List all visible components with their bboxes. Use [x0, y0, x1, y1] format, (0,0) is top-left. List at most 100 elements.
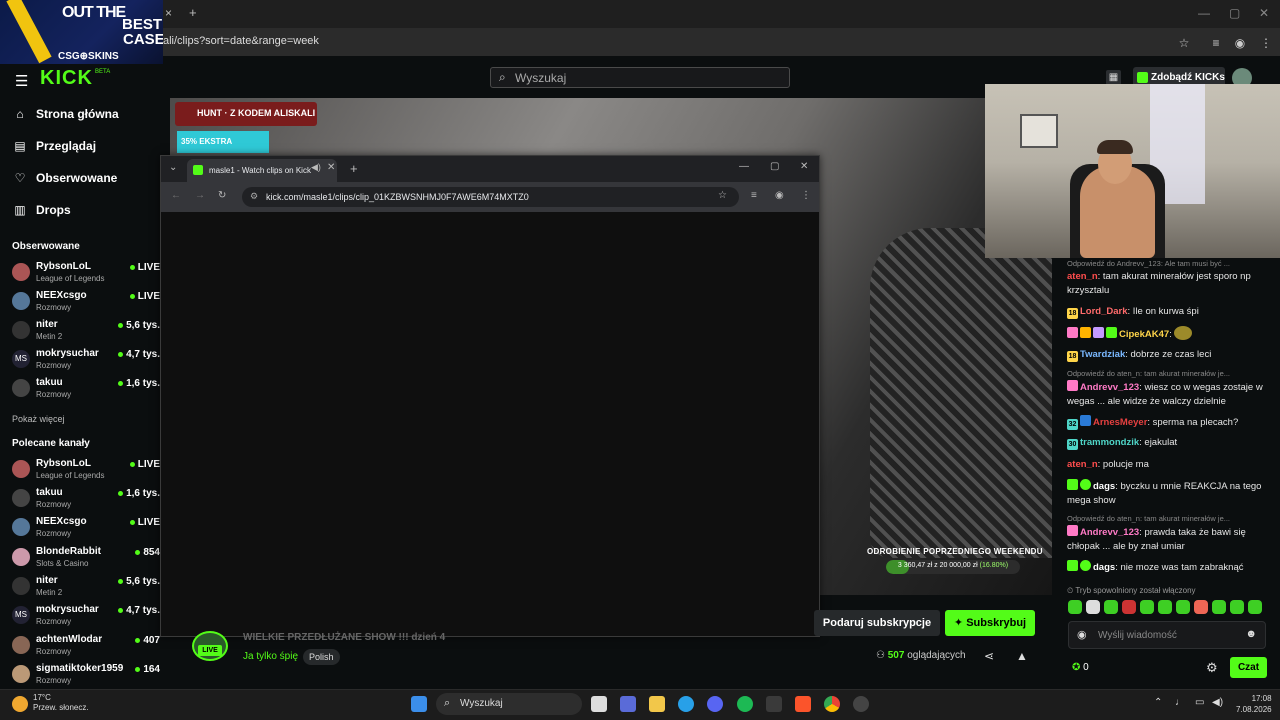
windows-start-icon[interactable]	[411, 696, 427, 712]
kicks-balance[interactable]: ✪ 0	[1072, 662, 1089, 673]
settings-app-icon[interactable]	[853, 696, 869, 712]
recommended-channel[interactable]: NEEXcsgo Rozmowy LIVE	[12, 516, 160, 544]
popup-url-bar[interactable]: ⚙ kick.com/masle1/clips/clip_01KZBWSNHMJ…	[242, 187, 739, 207]
recommended-channel[interactable]: BlondeRabbit Slots & Casino 854	[12, 546, 160, 574]
emote-icon[interactable]	[1194, 600, 1208, 614]
hamburger-menu-icon[interactable]: ☰	[15, 72, 28, 90]
profile-icon[interactable]: ◉	[775, 190, 784, 201]
network-icon[interactable]: ▭	[1195, 697, 1204, 708]
site-info-icon[interactable]: ⚙	[250, 191, 258, 202]
microphone-icon[interactable]: ♩	[1175, 697, 1185, 708]
maximize-icon[interactable]: ▢	[770, 161, 779, 172]
reload-icon[interactable]: ↻	[218, 190, 226, 201]
audio-playing-icon[interactable]: ◀)	[311, 162, 321, 173]
kick-logo[interactable]: KICK	[40, 67, 93, 90]
media-control-icon[interactable]: ≡	[1208, 35, 1224, 51]
emote-icon[interactable]	[1230, 600, 1244, 614]
show-more-link[interactable]: Pokaż więcej	[12, 414, 65, 424]
recommended-channel[interactable]: niter Metin 2 5,6 tys.	[12, 575, 160, 603]
emote-icon[interactable]	[1068, 600, 1082, 614]
bookmark-star-icon[interactable]: ☆	[1176, 35, 1192, 51]
report-icon[interactable]: ▲	[1016, 649, 1028, 663]
followed-channel[interactable]: niter Metin 2 5,6 tys.	[12, 319, 160, 347]
share-icon[interactable]: ⋖	[984, 649, 994, 663]
forward-icon[interactable]: →	[195, 190, 205, 201]
followed-channel[interactable]: MS mokrysuchar Rozmowy 4,7 tys.	[12, 348, 160, 376]
close-tab-button[interactable]: ×	[165, 6, 172, 20]
profile-icon[interactable]: ◉	[1232, 35, 1248, 51]
streamer-hair	[1097, 140, 1133, 154]
emote-icon[interactable]	[1176, 600, 1190, 614]
channel-name: RybsonLoL	[36, 261, 91, 272]
emote-icon[interactable]	[1158, 600, 1172, 614]
discord-icon[interactable]	[707, 696, 723, 712]
popup-tab-title: masle1 - Watch clips on Kick	[209, 166, 311, 175]
subscribe-button[interactable]: ✦ Subskrybuj	[945, 610, 1035, 636]
recommended-channel[interactable]: achtenWlodar Rozmowy 407	[12, 634, 160, 662]
live-badge: LIVE	[198, 645, 222, 656]
language-tag[interactable]: Polish	[303, 649, 340, 665]
weather-sun-icon[interactable]	[12, 696, 28, 712]
emoji-icon[interactable]: ☻	[1245, 628, 1257, 640]
minimize-icon[interactable]: —	[739, 161, 749, 172]
browser-menu-icon[interactable]: ⋮	[1258, 35, 1274, 51]
chat-input[interactable]: ◉ Wyślij wiadomość ☻	[1068, 621, 1266, 649]
emote-icon[interactable]	[1122, 600, 1136, 614]
weather-widget[interactable]: 17°C Przew. słonecz.	[33, 693, 89, 713]
popup-browser-window[interactable]: ⌄ masle1 - Watch clips on Kick ◀) ✕ + — …	[160, 155, 820, 637]
chrome-icon[interactable]	[824, 696, 840, 712]
followed-channel[interactable]: RybsonLoL League of Legends LIVE	[12, 261, 160, 289]
followed-channel[interactable]: takuu Rozmowy 1,6 tys.	[12, 377, 160, 405]
volume-icon[interactable]: ◀)	[1212, 697, 1223, 708]
brave-icon[interactable]	[795, 696, 811, 712]
nav-drops[interactable]: ▥ Drops	[14, 200, 70, 220]
nav-following[interactable]: ♡ Obserwowane	[14, 168, 118, 188]
emote-icon[interactable]	[1104, 600, 1118, 614]
recommended-channel[interactable]: sigmatiktoker1959 Rozmowy 164	[12, 663, 160, 691]
file-explorer-icon[interactable]	[649, 696, 665, 712]
new-tab-icon[interactable]: +	[350, 161, 358, 176]
new-tab-button[interactable]: +	[189, 5, 197, 20]
close-tab-icon[interactable]: ✕	[327, 162, 335, 173]
app-icon[interactable]	[766, 696, 782, 712]
stream-overlay-ad: HUNT · Z KODEM ALISKALI	[175, 102, 317, 126]
stream-category-link[interactable]: Ja tylko śpię	[243, 651, 298, 662]
viewer-count: ⚇ 507 oglądających	[876, 650, 966, 661]
store-icon[interactable]	[620, 696, 636, 712]
channel-status: 407	[135, 635, 160, 646]
emote-icon[interactable]	[1140, 600, 1154, 614]
maximize-icon[interactable]: ▢	[1229, 6, 1240, 20]
emote-icon[interactable]	[1086, 600, 1100, 614]
user-icon[interactable]: ◉	[1077, 628, 1087, 641]
nav-home[interactable]: ⌂ Strona główna	[14, 104, 118, 124]
minimize-icon[interactable]: —	[1198, 6, 1210, 20]
nav-browse[interactable]: ▤ Przeglądaj	[14, 136, 96, 156]
library-icon[interactable]: ▦	[1106, 70, 1121, 85]
recommended-channel[interactable]: takuu Rozmowy 1,6 tys.	[12, 487, 160, 515]
emote-icon[interactable]	[1248, 600, 1262, 614]
bookmark-star-icon[interactable]: ☆	[718, 190, 727, 201]
system-clock[interactable]: 17:08 7.08.2026	[1236, 693, 1272, 715]
back-icon[interactable]: ←	[171, 190, 181, 201]
search-input[interactable]: ⌕ Wyszukaj	[490, 67, 790, 88]
sponsor-ad-banner[interactable]: OUT THE BEST CASE CSG⊕SKINS	[0, 0, 163, 64]
gift-subs-button[interactable]: Podaruj subskrypcje	[814, 610, 940, 636]
recommended-channel[interactable]: MS mokrysuchar Rozmowy 4,7 tys.	[12, 604, 160, 632]
address-url[interactable]: ali/clips?sort=date&range=week	[163, 35, 319, 47]
emote-icon[interactable]	[1212, 600, 1226, 614]
tab-search-icon[interactable]: ⌄	[169, 162, 177, 173]
chat-reply-context: Odpowiedź do aten_n: tam akurat minerałó…	[1067, 514, 1231, 523]
task-view-icon[interactable]	[591, 696, 607, 712]
followed-channel[interactable]: NEEXcsgo Rozmowy LIVE	[12, 290, 160, 318]
close-icon[interactable]: ✕	[800, 161, 808, 172]
browser-menu-icon[interactable]: ⋮	[801, 190, 811, 201]
spotify-icon[interactable]	[737, 696, 753, 712]
taskbar-search[interactable]: ⌕ Wyszukaj	[436, 693, 582, 715]
media-control-icon[interactable]: ≡	[751, 190, 757, 201]
chat-send-button[interactable]: Czat	[1230, 657, 1267, 678]
recommended-channel[interactable]: RybsonLoL League of Legends LIVE	[12, 458, 160, 486]
chat-settings-gear-icon[interactable]: ⚙	[1206, 660, 1218, 676]
close-icon[interactable]: ✕	[1259, 6, 1269, 20]
edge-icon[interactable]	[678, 696, 694, 712]
tray-overflow-icon[interactable]: ⌃	[1154, 697, 1162, 708]
